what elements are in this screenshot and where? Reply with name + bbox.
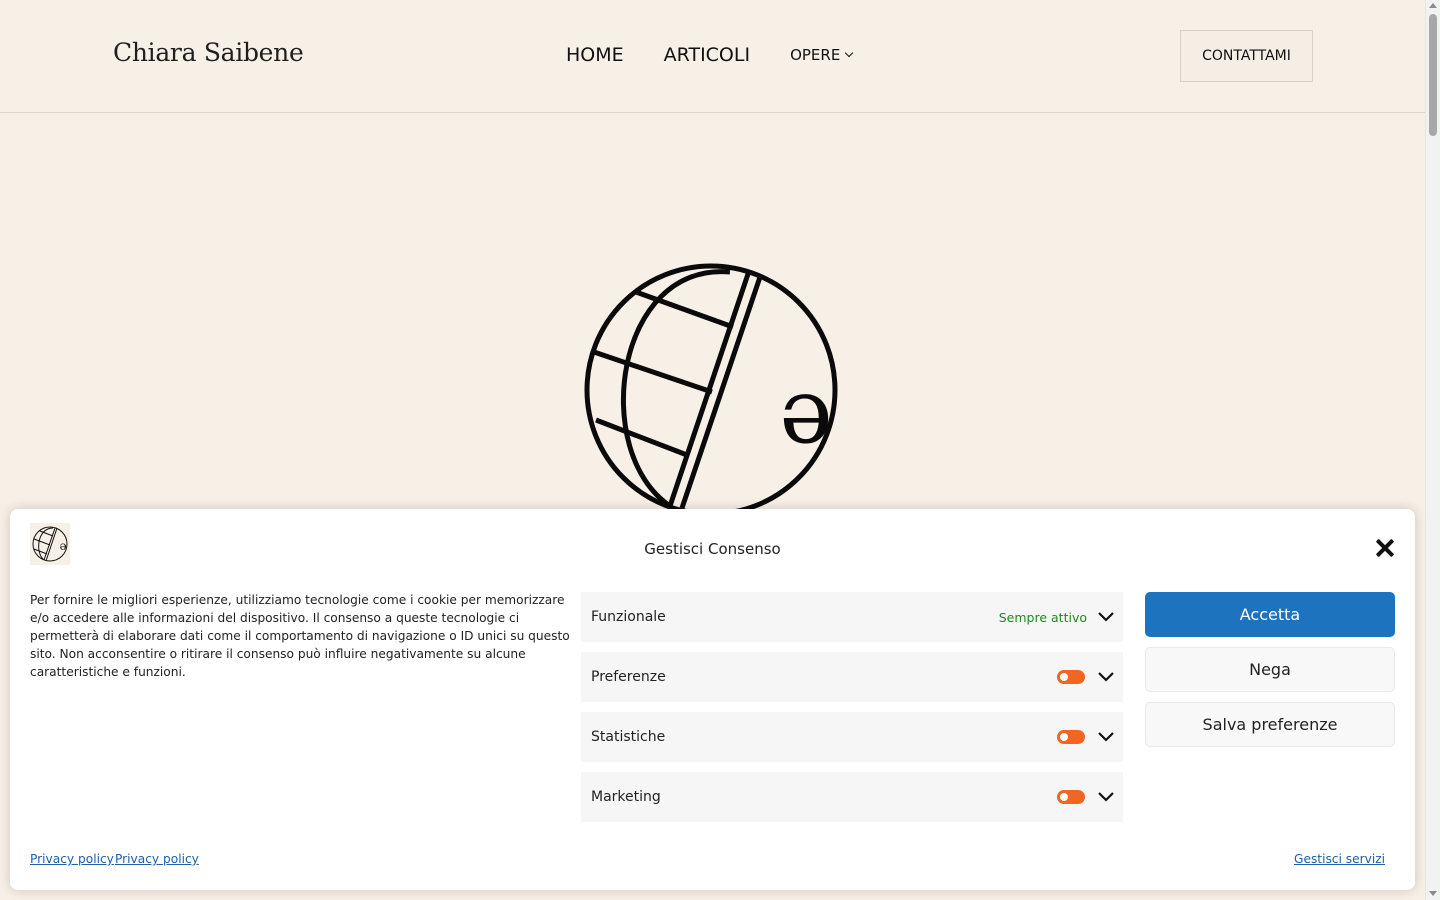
privacy-policy-link[interactable]: Privacy policy — [30, 852, 114, 866]
site-title[interactable]: Chiara Saibene — [113, 38, 304, 67]
marketing-toggle[interactable] — [1057, 790, 1085, 804]
preferenze-toggle[interactable] — [1057, 670, 1085, 684]
nav-opere-label: OPERE — [790, 46, 841, 64]
contact-button[interactable]: CONTATTAMI — [1180, 30, 1313, 82]
category-label: Statistiche — [591, 729, 666, 745]
chevron-down-icon — [845, 48, 854, 58]
manage-services-link[interactable]: Gestisci servizi — [1294, 852, 1385, 866]
privacy-policy-link-2[interactable]: Privacy policy — [115, 852, 199, 866]
statistiche-toggle[interactable] — [1057, 730, 1085, 744]
nav-articoli-link[interactable]: ARTICOLI — [664, 44, 750, 66]
category-preferenze[interactable]: Preferenze — [581, 652, 1123, 702]
close-icon[interactable] — [1376, 539, 1394, 557]
chevron-down-icon[interactable] — [1097, 731, 1115, 743]
scrollbar-thumb[interactable] — [1429, 14, 1437, 136]
cookie-consent-modal: ə Gestisci Consenso Per fornire le migli… — [10, 509, 1415, 890]
main-nav: HOME ARTICOLI OPERE — [566, 44, 854, 66]
deny-button[interactable]: Nega — [1145, 647, 1395, 692]
chevron-down-icon[interactable] — [1097, 671, 1115, 683]
category-funzionale[interactable]: Funzionale Sempre attivo — [581, 592, 1123, 642]
save-preferences-button[interactable]: Salva preferenze — [1145, 702, 1395, 747]
consent-description: Per fornire le migliori esperienze, util… — [30, 593, 570, 679]
page-scrollbar[interactable] — [1425, 0, 1440, 900]
hero-globe-logo: ə — [584, 263, 838, 512]
category-statistiche[interactable]: Statistiche — [581, 712, 1123, 762]
scroll-up-arrow-icon[interactable] — [1429, 3, 1437, 8]
accept-button[interactable]: Accetta — [1145, 592, 1395, 637]
chevron-down-icon[interactable] — [1097, 791, 1115, 803]
category-label: Preferenze — [591, 669, 666, 685]
scroll-down-arrow-icon[interactable] — [1429, 891, 1437, 896]
category-label: Funzionale — [591, 609, 666, 625]
nav-opere-dropdown[interactable]: OPERE — [790, 46, 854, 64]
chevron-down-icon[interactable] — [1097, 611, 1115, 623]
site-header: Chiara Saibene HOME ARTICOLI OPERE CONTA… — [0, 0, 1425, 113]
schwa-glyph: ə — [779, 359, 832, 464]
nav-home-link[interactable]: HOME — [566, 44, 624, 66]
modal-title: Gestisci Consenso — [644, 540, 781, 558]
category-marketing[interactable]: Marketing — [581, 772, 1123, 822]
category-label: Marketing — [591, 789, 661, 805]
always-active-label: Sempre attivo — [998, 609, 1087, 625]
